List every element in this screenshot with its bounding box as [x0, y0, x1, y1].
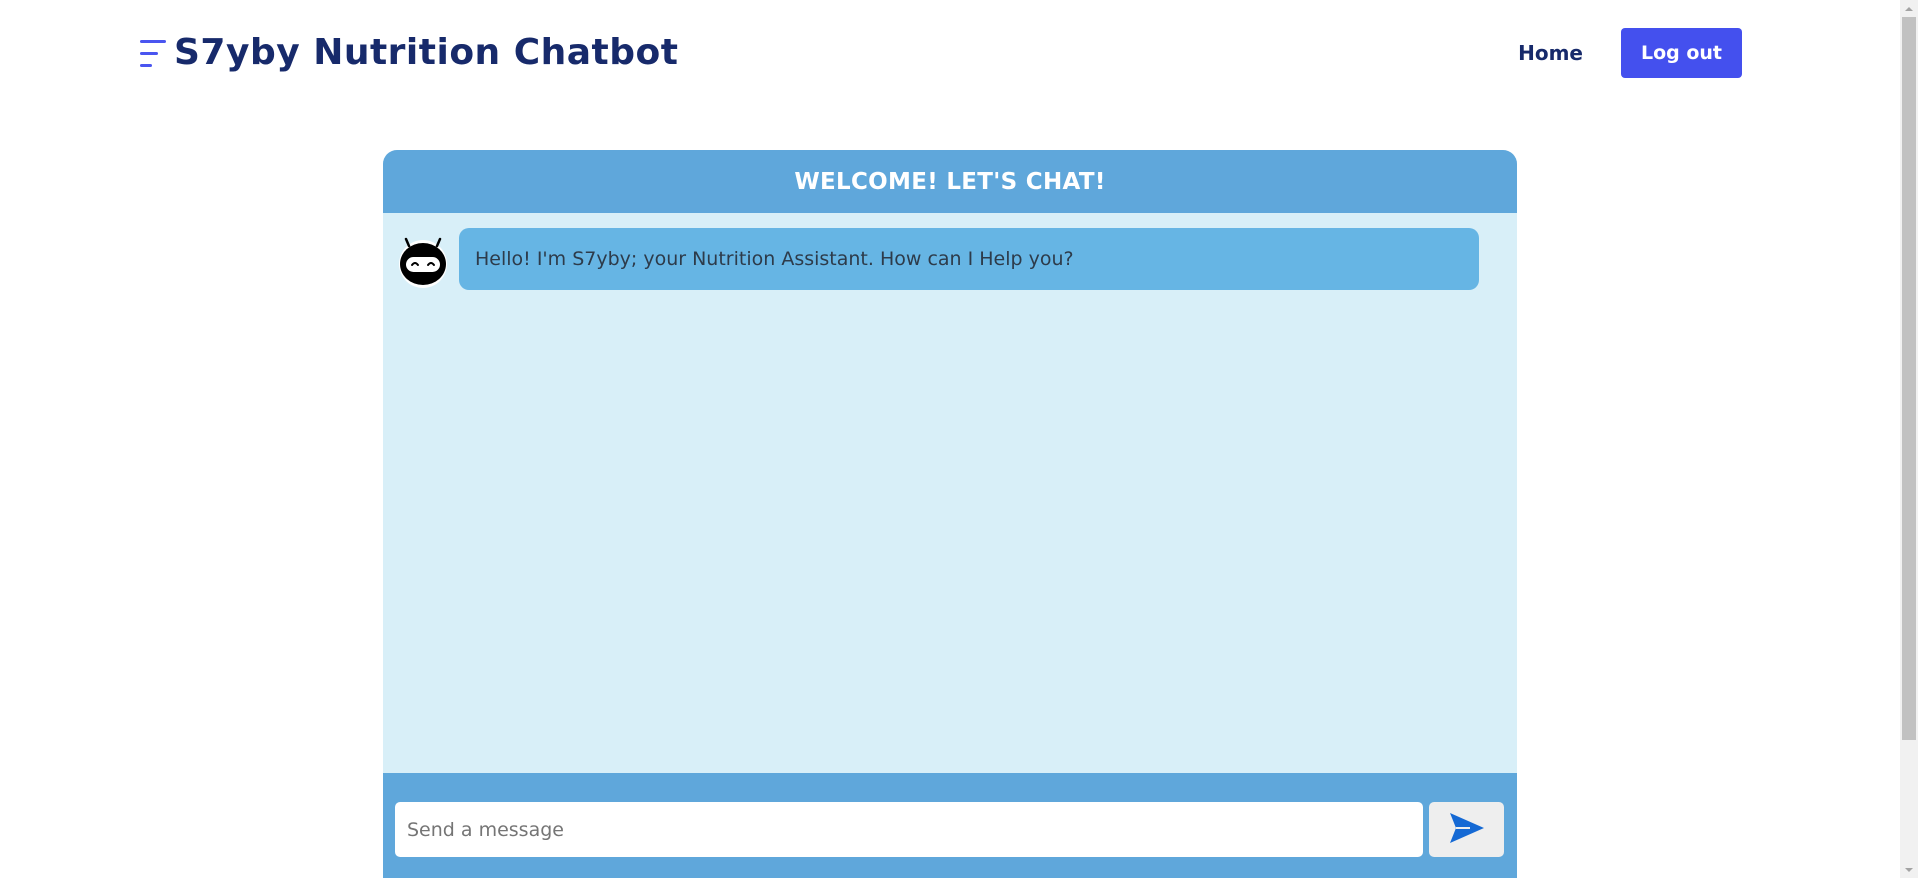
- brand-title: S7yby Nutrition Chatbot: [174, 32, 679, 73]
- send-button[interactable]: [1429, 802, 1504, 857]
- chat-title: WELCOME! LET'S CHAT!: [794, 168, 1106, 195]
- top-navbar: S7yby Nutrition Chatbot Home Log out: [0, 0, 1900, 106]
- chat-window: WELCOME! LET'S CHAT! Hello! I'm S7yby; y…: [383, 150, 1517, 878]
- logout-button[interactable]: Log out: [1621, 28, 1742, 78]
- nav-home-link[interactable]: Home: [1518, 41, 1583, 65]
- page: S7yby Nutrition Chatbot Home Log out WEL…: [0, 0, 1918, 878]
- nav-links: Home Log out: [1518, 28, 1742, 78]
- scrollbar-thumb[interactable]: [1902, 17, 1916, 740]
- message-bubble: Hello! I'm S7yby; your Nutrition Assista…: [459, 228, 1479, 290]
- message-composer: [383, 773, 1517, 878]
- send-icon: [1448, 811, 1486, 848]
- scroll-up-icon[interactable]: [1900, 0, 1918, 17]
- menu-lines-icon: [138, 33, 168, 73]
- message-input[interactable]: [395, 802, 1423, 857]
- robot-icon: [397, 236, 449, 288]
- scroll-down-icon[interactable]: [1900, 861, 1918, 878]
- chat-header: WELCOME! LET'S CHAT!: [383, 150, 1517, 213]
- bot-message: Hello! I'm S7yby; your Nutrition Assista…: [397, 228, 1479, 290]
- message-list[interactable]: Hello! I'm S7yby; your Nutrition Assista…: [383, 213, 1517, 773]
- page-scrollbar[interactable]: [1900, 0, 1918, 878]
- brand[interactable]: S7yby Nutrition Chatbot: [138, 30, 678, 76]
